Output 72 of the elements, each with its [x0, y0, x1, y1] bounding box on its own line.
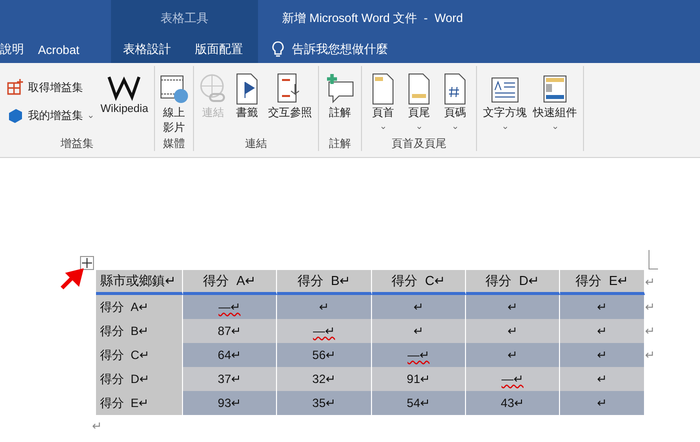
- window-title: 新增 Microsoft Word 文件 - Word: [281, 10, 463, 26]
- ribbon-tab[interactable]: 說明: [0, 36, 24, 63]
- table-cell: ↵: [560, 295, 645, 319]
- table-cell: 87↵: [183, 319, 277, 343]
- column-header: 得分 E↵: [560, 270, 645, 295]
- tell-me-field[interactable]: 告訴我您想做什麼: [258, 41, 388, 58]
- ribbon-button[interactable]: 快速組件 ⌄: [533, 70, 578, 151]
- table-cell: —↵: [466, 367, 560, 391]
- ribbon-button[interactable]: 頁碼 ⌄: [440, 70, 470, 136]
- end-of-row-mark: ↵: [645, 347, 656, 364]
- table-cell: 54↵: [372, 391, 466, 415]
- ribbon-button[interactable]: 書籤: [232, 70, 262, 136]
- column-header: 得分 D↵: [466, 270, 560, 295]
- table-cell: 32↵: [277, 367, 372, 391]
- light-bulb-icon: [272, 41, 284, 58]
- context-label: 表格工具: [160, 10, 210, 26]
- table-cell: ↵: [466, 343, 560, 367]
- paragraph-mark: ↵: [92, 419, 104, 433]
- move-handle-icon[interactable]: [80, 256, 94, 270]
- table-cell: ↵: [372, 319, 466, 343]
- ribbon-button[interactable]: 文字方塊 ⌄: [483, 70, 528, 151]
- ribbon-tab[interactable]: Acrobat: [24, 36, 94, 63]
- cube-icon: [6, 106, 24, 124]
- column-header: 得分 A↵: [183, 270, 277, 295]
- comment-plus-icon: [325, 72, 356, 106]
- ribbon-button[interactable]: 頁首 ⌄: [368, 70, 398, 136]
- table-cell: ↵: [560, 343, 645, 367]
- ribbon-tab[interactable]: 表格設計: [111, 36, 183, 63]
- ribbon-button[interactable]: 頁尾 ⌄: [404, 70, 434, 136]
- end-of-row-mark: ↵: [645, 323, 656, 340]
- table-cell: 得分 C↵: [96, 343, 183, 367]
- group-label: 增益集: [60, 137, 95, 151]
- group-label: 連結: [244, 137, 268, 151]
- end-of-row-mark: ↵: [645, 274, 656, 291]
- table-cell: ↵: [560, 367, 645, 391]
- table-cell: 56↵: [277, 343, 372, 367]
- ribbon-button[interactable]: 我的增益集 ⌄: [6, 104, 95, 126]
- column-header: 得分 B↵: [277, 270, 372, 295]
- corner-mark-icon: [648, 250, 658, 270]
- ribbon-button[interactable]: 線上影片: [161, 70, 188, 136]
- table-cell: 得分 B↵: [96, 319, 183, 343]
- group-label: 頁首及頁尾: [390, 137, 448, 151]
- table-cell: 91↵: [372, 367, 466, 391]
- table-cell: 93↵: [183, 391, 277, 415]
- group-label: 媒體: [162, 137, 186, 151]
- table-cell: 43↵: [466, 391, 560, 415]
- end-of-row-mark: ↵: [645, 299, 656, 316]
- table-cell: —↵: [277, 319, 372, 343]
- table-cell: 得分 D↵: [96, 367, 183, 391]
- table-cell: —↵: [372, 343, 466, 367]
- table-cell: 64↵: [183, 343, 277, 367]
- table-cell: —↵: [183, 295, 277, 319]
- table-cell: 得分 A↵: [96, 295, 183, 319]
- arrow-icon: [60, 268, 84, 290]
- ribbon-button[interactable]: Wikipedia: [100, 70, 148, 136]
- table-cell: ↵: [560, 391, 645, 415]
- ribbon-button[interactable]: 取得增益集: [6, 76, 95, 98]
- table-cell: ↵: [466, 295, 560, 319]
- grid-plus-icon: [6, 78, 24, 96]
- table-cell: 35↵: [277, 391, 372, 415]
- table-cell: ↵: [560, 319, 645, 343]
- ribbon-tab[interactable]: 版面配置: [183, 36, 255, 63]
- table-cell: ↵: [466, 319, 560, 343]
- column-header: 縣市或鄉鎮↵: [96, 270, 183, 295]
- table-cell: ↵: [277, 295, 372, 319]
- ribbon-button[interactable]: 註解: [325, 70, 356, 136]
- ribbon-button[interactable]: 交互參照: [268, 70, 312, 136]
- table-cell: 得分 E↵: [96, 391, 183, 415]
- group-label: 註解: [328, 136, 352, 151]
- table-cell: ↵: [372, 295, 466, 319]
- column-header: 得分 C↵: [372, 270, 466, 295]
- table-cell: 37↵: [183, 367, 277, 391]
